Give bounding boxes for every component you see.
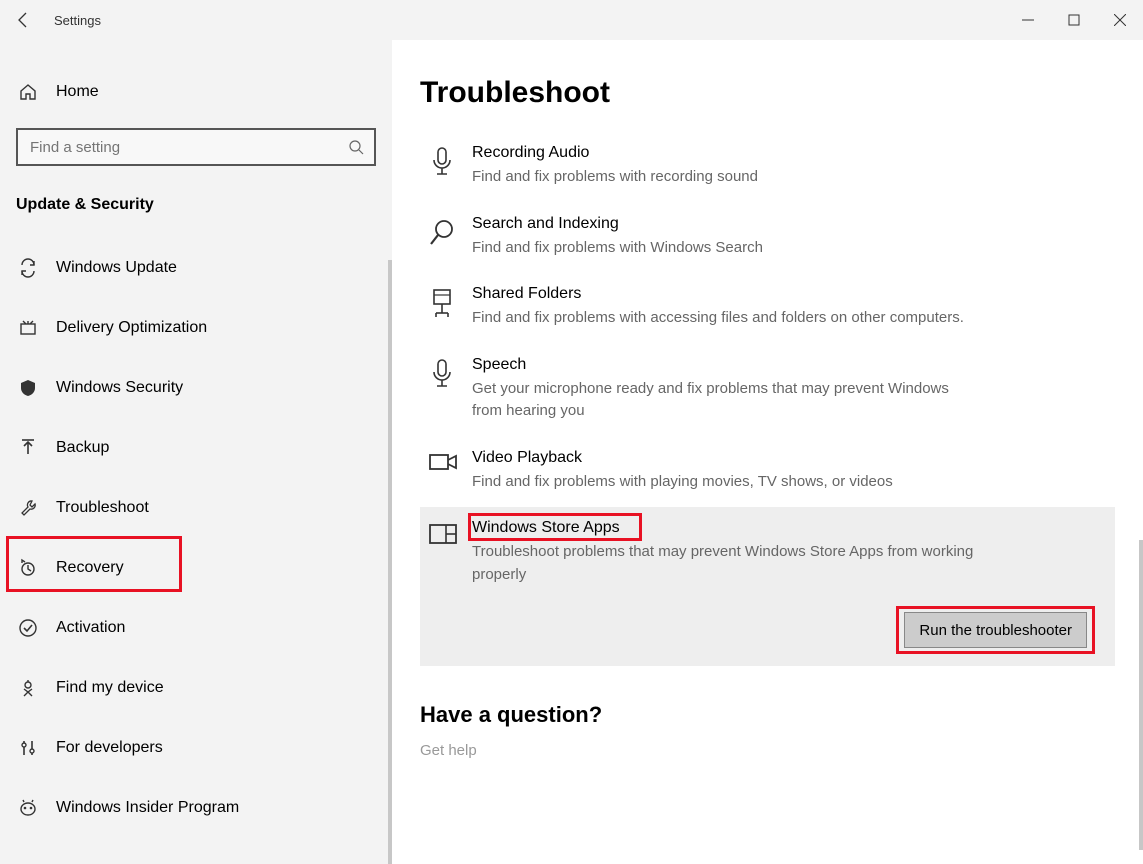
- sidebar-item-label: Recovery: [40, 559, 124, 577]
- home-icon: [16, 82, 40, 102]
- troubleshoot-item-title: Shared Folders: [472, 285, 1107, 303]
- content: Troubleshoot Recording Audio Find and fi…: [392, 40, 1143, 864]
- shared-folder-icon: [428, 285, 472, 330]
- troubleshoot-video-playback[interactable]: Video Playback Find and fix problems wit…: [420, 437, 1115, 508]
- store-icon: [428, 519, 472, 586]
- minimize-button[interactable]: [1005, 0, 1051, 40]
- sidebar-item-label: Windows Security: [40, 379, 183, 397]
- search-field[interactable]: [28, 138, 348, 157]
- recovery-icon: [16, 556, 40, 580]
- home-button[interactable]: Home: [0, 68, 392, 116]
- sidebar-item-label: Troubleshoot: [40, 499, 149, 517]
- sidebar-item-label: Delivery Optimization: [40, 319, 207, 337]
- location-icon: [16, 676, 40, 700]
- sidebar: Home Update & Security Windows Update: [0, 40, 392, 864]
- delivery-icon: [16, 316, 40, 340]
- sidebar-item-label: Windows Insider Program: [40, 799, 239, 817]
- sidebar-item-label: Find my device: [40, 679, 164, 697]
- wrench-icon: [16, 496, 40, 520]
- backup-icon: [16, 436, 40, 460]
- run-troubleshooter-button[interactable]: Run the troubleshooter: [904, 612, 1087, 648]
- microphone-icon: [428, 144, 472, 189]
- question-heading: Have a question?: [420, 702, 1115, 728]
- sidebar-item-for-developers[interactable]: For developers: [0, 718, 392, 778]
- troubleshoot-item-desc: Find and fix problems with recording sou…: [472, 166, 982, 189]
- sidebar-item-activation[interactable]: Activation: [0, 598, 392, 658]
- search-icon: [348, 139, 364, 155]
- microphone-icon: [428, 356, 472, 423]
- troubleshoot-item-desc: Find and fix problems with playing movie…: [472, 471, 982, 494]
- close-button[interactable]: [1097, 0, 1143, 40]
- troubleshoot-item-desc: Troubleshoot problems that may prevent W…: [472, 541, 982, 586]
- check-circle-icon: [16, 616, 40, 640]
- sidebar-item-troubleshoot[interactable]: Troubleshoot: [0, 478, 392, 538]
- get-help-link[interactable]: Get help: [420, 742, 1115, 759]
- sidebar-item-label: Windows Update: [40, 259, 177, 277]
- sidebar-item-label: Activation: [40, 619, 125, 637]
- search-input[interactable]: [16, 128, 376, 166]
- page-title: Troubleshoot: [420, 76, 1115, 110]
- back-button[interactable]: [0, 0, 48, 40]
- sidebar-item-find-my-device[interactable]: Find my device: [0, 658, 392, 718]
- section-title: Update & Security: [0, 166, 392, 232]
- troubleshoot-item-title: Video Playback: [472, 449, 1107, 467]
- maximize-button[interactable]: [1051, 0, 1097, 40]
- sidebar-item-delivery-optimization[interactable]: Delivery Optimization: [0, 298, 392, 358]
- home-label: Home: [40, 83, 99, 101]
- titlebar: Settings: [0, 0, 1143, 40]
- sync-icon: [16, 256, 40, 280]
- run-button-label: Run the troubleshooter: [919, 622, 1072, 639]
- troubleshoot-item-desc: Get your microphone ready and fix proble…: [472, 378, 982, 423]
- video-icon: [428, 449, 472, 494]
- troubleshoot-item-title: Search and Indexing: [472, 215, 1107, 233]
- troubleshoot-item-title: Speech: [472, 356, 1107, 374]
- troubleshoot-item-title: Recording Audio: [472, 144, 1107, 162]
- troubleshoot-item-desc: Find and fix problems with Windows Searc…: [472, 237, 982, 260]
- nav: Windows Update Delivery Optimization Win…: [0, 232, 392, 838]
- search-icon: [428, 215, 472, 260]
- sidebar-item-backup[interactable]: Backup: [0, 418, 392, 478]
- troubleshoot-recording-audio[interactable]: Recording Audio Find and fix problems wi…: [420, 132, 1115, 203]
- troubleshoot-shared-folders[interactable]: Shared Folders Find and fix problems wit…: [420, 273, 1115, 344]
- body: Home Update & Security Windows Update: [0, 40, 1143, 864]
- sidebar-item-recovery[interactable]: Recovery: [0, 538, 392, 598]
- troubleshoot-speech[interactable]: Speech Get your microphone ready and fix…: [420, 344, 1115, 437]
- troubleshoot-item-desc: Find and fix problems with accessing fil…: [472, 307, 982, 330]
- troubleshoot-windows-store-apps[interactable]: Windows Store Apps Troubleshoot problems…: [420, 507, 1115, 666]
- sidebar-item-label: Backup: [40, 439, 109, 457]
- insider-icon: [16, 796, 40, 820]
- shield-icon: [16, 376, 40, 400]
- troubleshoot-item-title: Windows Store Apps: [472, 519, 620, 537]
- window-title: Settings: [48, 13, 101, 28]
- sidebar-item-windows-update[interactable]: Windows Update: [0, 238, 392, 298]
- sidebar-item-label: For developers: [40, 739, 163, 757]
- sidebar-item-windows-insider[interactable]: Windows Insider Program: [0, 778, 392, 838]
- troubleshoot-search-indexing[interactable]: Search and Indexing Find and fix problem…: [420, 203, 1115, 274]
- developer-icon: [16, 736, 40, 760]
- sidebar-item-windows-security[interactable]: Windows Security: [0, 358, 392, 418]
